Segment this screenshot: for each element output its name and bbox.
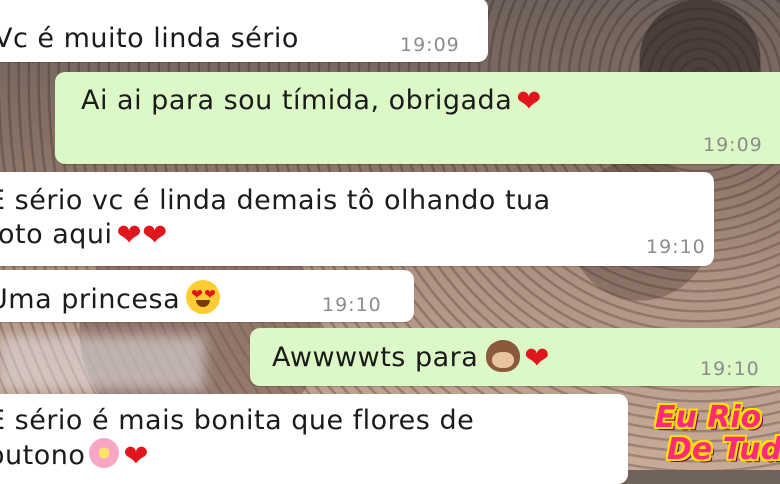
watermark-line-2: De Tudo bbox=[667, 432, 780, 467]
blurred-area bbox=[0, 335, 205, 390]
message-time: 19:10 bbox=[700, 358, 760, 380]
message-text: Uma princesa ❤ ❤ bbox=[0, 280, 221, 317]
outgoing-message-bubble[interactable]: Awwwwts para ❤ 19:10 bbox=[250, 328, 780, 386]
message-text: Vc é muito linda sério bbox=[0, 23, 299, 54]
message-time: 19:09 bbox=[703, 134, 763, 156]
see-no-evil-monkey-icon bbox=[486, 340, 521, 372]
watermark-line-1: Eu Rio bbox=[655, 400, 762, 435]
message-text-line-1: E sério vc é linda demais tô olhando tua bbox=[0, 185, 551, 216]
incoming-message-bubble[interactable]: E sério vc é linda demais tô olhando tua… bbox=[0, 172, 714, 266]
message-time: 19:10 bbox=[646, 236, 706, 258]
cherry-blossom-icon bbox=[89, 438, 120, 468]
message-time: 19:09 bbox=[400, 34, 460, 56]
outgoing-message-bubble[interactable]: Ai ai para sou tímida, obrigada ❤ 19:09 bbox=[55, 72, 780, 164]
red-heart-icon: ❤ bbox=[116, 218, 143, 253]
message-text: Awwwwts para ❤ bbox=[272, 340, 550, 376]
incoming-message-bubble[interactable]: Vc é muito linda sério 19:09 bbox=[0, 0, 488, 62]
red-heart-icon: ❤ bbox=[123, 439, 150, 474]
watermark-logo: Eu Rio De Tudo bbox=[645, 380, 780, 470]
red-heart-icon: ❤ bbox=[516, 84, 542, 119]
message-text-line-2: outono❤ bbox=[0, 438, 150, 474]
message-text: Ai ai para sou tímida, obrigada ❤ bbox=[81, 84, 542, 119]
incoming-message-bubble[interactable]: E sério é mais bonita que flores de outo… bbox=[0, 394, 628, 484]
red-heart-icon: ❤ bbox=[524, 341, 550, 376]
message-time: 19:10 bbox=[322, 294, 382, 316]
message-text-line-1: E sério é mais bonita que flores de bbox=[0, 405, 475, 436]
message-text-line-2: foto aqui ❤❤ bbox=[0, 218, 168, 253]
heart-eyes-emoji-icon: ❤ ❤ bbox=[186, 280, 221, 314]
incoming-message-bubble[interactable]: Uma princesa ❤ ❤ 19:10 bbox=[0, 270, 414, 322]
red-heart-icon: ❤ bbox=[142, 218, 168, 253]
